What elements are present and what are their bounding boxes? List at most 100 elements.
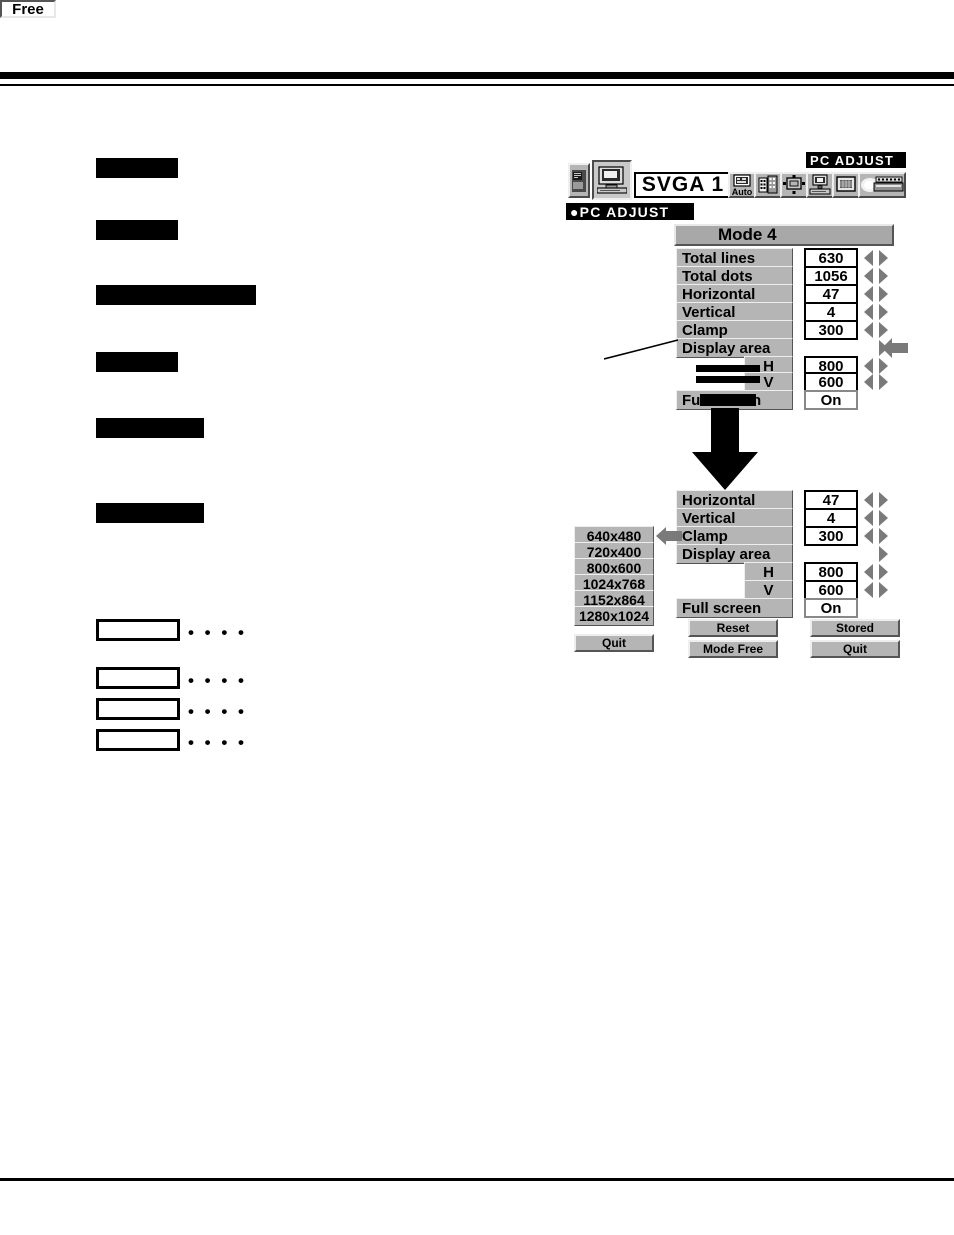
left-arrow-icon[interactable] xyxy=(864,358,873,374)
resolution-quit-button[interactable]: Quit xyxy=(574,634,654,652)
row2-label-full-screen[interactable]: Full screen xyxy=(676,598,793,618)
image-select-icon[interactable] xyxy=(754,172,782,198)
left-arrow-icon[interactable] xyxy=(864,582,873,598)
row2-label-display-area[interactable]: Display area xyxy=(676,544,793,564)
image-adjust-glyph xyxy=(783,175,805,194)
row-label-total-lines[interactable]: Total lines xyxy=(676,248,793,268)
source-value-field[interactable]: SVGA 1 xyxy=(634,172,732,198)
spinner2-display-area[interactable] xyxy=(864,546,888,562)
screen-size-icon[interactable] xyxy=(806,172,834,198)
auto-pc-adjust-icon[interactable]: Auto xyxy=(728,172,756,198)
spinner2-vertical[interactable] xyxy=(864,510,888,526)
input-source-glyph xyxy=(572,169,586,192)
row-value-clamp[interactable]: 300 xyxy=(804,320,858,340)
row-value-total-lines[interactable]: 630 xyxy=(804,248,858,268)
key-box-4[interactable] xyxy=(96,729,180,751)
spinner-v[interactable] xyxy=(864,374,888,390)
row-value-horizontal[interactable]: 47 xyxy=(804,284,858,304)
row-label-clamp[interactable]: Clamp xyxy=(676,320,793,340)
right-arrow-icon[interactable] xyxy=(879,250,888,266)
right-arrow-icon[interactable] xyxy=(879,492,888,508)
key-box-3[interactable] xyxy=(96,698,180,720)
left-arrow-icon[interactable] xyxy=(864,492,873,508)
row2-value-clamp[interactable]: 300 xyxy=(804,526,858,546)
left-arrow-icon[interactable] xyxy=(864,510,873,526)
page-top-rule-thin xyxy=(0,84,954,86)
setting-icon[interactable] xyxy=(832,172,860,198)
left-arrow-icon[interactable] xyxy=(864,268,873,284)
row-value-vertical[interactable]: 4 xyxy=(804,302,858,322)
right-arrow-icon[interactable] xyxy=(879,374,888,390)
flow-down-arrow xyxy=(692,408,758,490)
row-value-v[interactable]: 600 xyxy=(804,372,858,392)
row2-value-v[interactable]: 600 xyxy=(804,580,858,600)
left-arrow-icon[interactable] xyxy=(864,304,873,320)
page-bottom-rule xyxy=(0,1178,954,1181)
mode-free-button[interactable]: Mode Free xyxy=(688,640,778,658)
stored-button[interactable]: Stored xyxy=(810,619,900,637)
heading-bar-2 xyxy=(96,220,178,240)
spinner-total-lines[interactable] xyxy=(864,250,888,266)
row2-label-h[interactable]: H xyxy=(744,562,793,582)
left-arrow-icon[interactable] xyxy=(864,528,873,544)
row2-label-horizontal[interactable]: Horizontal xyxy=(676,490,793,510)
row2-value-h[interactable]: 800 xyxy=(804,562,858,582)
key-box-2-dots: • • • • xyxy=(188,671,247,690)
key-box-2[interactable] xyxy=(96,667,180,689)
left-arrow-icon[interactable] xyxy=(864,322,873,338)
right-arrow-icon[interactable] xyxy=(879,582,888,598)
row2-label-vertical[interactable]: Vertical xyxy=(676,508,793,528)
right-arrow-icon[interactable] xyxy=(879,564,888,580)
resolution-item-1280x1024[interactable]: 1280x1024 xyxy=(574,606,654,626)
spinner2-clamp[interactable] xyxy=(864,528,888,544)
row2-value-vertical[interactable]: 4 xyxy=(804,508,858,528)
right-arrow-icon[interactable] xyxy=(879,546,888,562)
spinner2-v[interactable] xyxy=(864,582,888,598)
display-area-pointer-arrow xyxy=(882,338,908,358)
right-arrow-icon[interactable] xyxy=(879,286,888,302)
projector-lamp-icon[interactable] xyxy=(858,172,906,198)
row-label-total-dots[interactable]: Total dots xyxy=(676,266,793,286)
row-label-horizontal[interactable]: Horizontal xyxy=(676,284,793,304)
computer-monitor-icon[interactable] xyxy=(592,160,632,200)
left-arrow-icon[interactable] xyxy=(864,564,873,580)
row-label-vertical[interactable]: Vertical xyxy=(676,302,793,322)
pc-adjust-menu-label: ●PC ADJUST xyxy=(566,203,694,220)
key-box-1[interactable] xyxy=(96,619,180,641)
left-arrow-icon[interactable] xyxy=(864,250,873,266)
spinner-horizontal[interactable] xyxy=(864,286,888,302)
row2-value-full-screen[interactable]: On xyxy=(804,598,858,618)
reset-button[interactable]: Reset xyxy=(688,619,778,637)
right-arrow-icon[interactable] xyxy=(879,304,888,320)
key-box-4-dots: • • • • xyxy=(188,733,247,752)
redaction-bar-full-screen xyxy=(700,394,756,406)
row2-label-v[interactable]: V xyxy=(744,580,793,600)
heading-bar-3 xyxy=(96,285,256,305)
spinner-total-dots[interactable] xyxy=(864,268,888,284)
spinner2-h[interactable] xyxy=(864,564,888,580)
image-adjust-icon[interactable] xyxy=(780,172,808,198)
right-arrow-icon[interactable] xyxy=(879,510,888,526)
spinner-vertical[interactable] xyxy=(864,304,888,320)
input-source-icon[interactable] xyxy=(568,163,590,198)
row-label-display-area[interactable]: Display area xyxy=(676,338,793,358)
mode-label: Mode 4 xyxy=(718,225,777,244)
right-arrow-icon[interactable] xyxy=(879,268,888,284)
page-top-rule-thick xyxy=(0,72,954,79)
quit-button[interactable]: Quit xyxy=(810,640,900,658)
row-value-total-dots[interactable]: 1056 xyxy=(804,266,858,286)
row2-label-clamp[interactable]: Clamp xyxy=(676,526,793,546)
right-arrow-icon[interactable] xyxy=(879,528,888,544)
row-value-full-screen[interactable]: On xyxy=(804,390,858,410)
right-arrow-icon[interactable] xyxy=(879,358,888,374)
left-arrow-icon[interactable] xyxy=(864,374,873,390)
redaction-bar-v-row xyxy=(696,376,760,383)
heading-bar-5 xyxy=(96,418,204,438)
row2-value-horizontal[interactable]: 47 xyxy=(804,490,858,510)
left-arrow-icon[interactable] xyxy=(864,286,873,302)
right-arrow-icon[interactable] xyxy=(879,322,888,338)
spinner-clamp[interactable] xyxy=(864,322,888,338)
free-button[interactable]: Free xyxy=(0,0,56,18)
spinner-h[interactable] xyxy=(864,358,888,374)
spinner2-horizontal[interactable] xyxy=(864,492,888,508)
